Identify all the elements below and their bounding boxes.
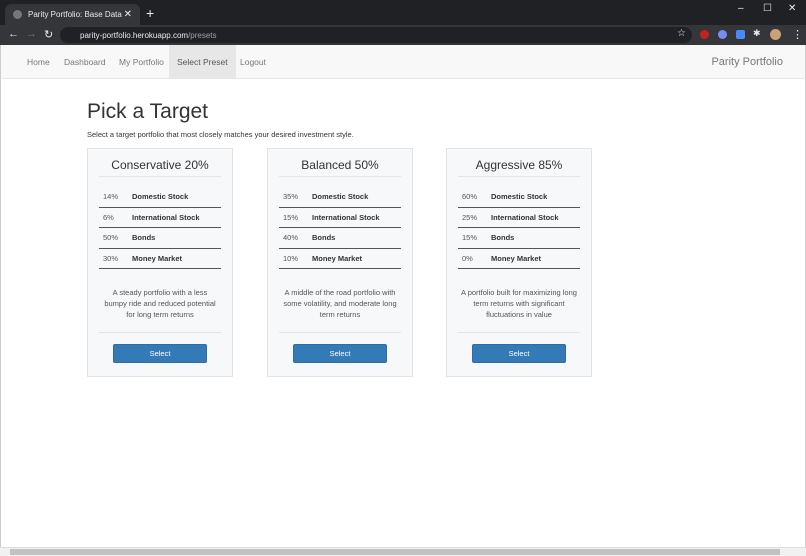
nav-dashboard[interactable]: Dashboard <box>56 45 114 79</box>
browser-tab-bar: Parity Portfolio: Base Data ✕ + – ☐ ✕ <box>0 0 806 25</box>
asset-class: Domestic Stock <box>132 192 189 202</box>
allocation-percent: 35% <box>283 192 299 202</box>
nav-home[interactable]: Home <box>19 45 58 79</box>
asset-class: Domestic Stock <box>312 192 369 202</box>
asset-class: Domestic Stock <box>491 192 548 202</box>
allocation-row: 30% Money Market <box>99 249 221 269</box>
main-content: Pick a Target Select a target portfolio … <box>0 79 806 547</box>
asset-class: Money Market <box>132 253 183 263</box>
allocation-row: 40% Bonds <box>279 228 401 249</box>
asset-class: International Stock <box>312 212 380 222</box>
forward-icon[interactable]: → <box>26 28 37 40</box>
card-title: Aggressive 85% <box>458 149 580 177</box>
allocation-percent: 10% <box>283 253 299 263</box>
nav-logout[interactable]: Logout <box>232 45 274 79</box>
page-title: Pick a Target <box>87 100 209 123</box>
globe-icon <box>13 10 22 19</box>
allocation-row: 14% Domestic Stock <box>99 187 221 208</box>
asset-class: Money Market <box>312 253 363 263</box>
asset-class: Money Market <box>491 253 542 263</box>
asset-class: International Stock <box>132 212 200 222</box>
asset-class: International Stock <box>491 212 559 222</box>
allocation-percent: 6% <box>103 212 114 222</box>
allocation-row: 15% Bonds <box>458 228 580 249</box>
new-tab-icon[interactable]: + <box>146 5 154 21</box>
allocation-percent: 14% <box>103 192 119 202</box>
card-title: Conservative 20% <box>99 149 221 177</box>
allocation-row: 6% International Stock <box>99 208 221 228</box>
asset-class: Bonds <box>312 233 336 243</box>
menu-icon[interactable]: ⋮ <box>792 28 803 41</box>
allocation-row: 50% Bonds <box>99 228 221 249</box>
maximize-icon[interactable]: ☐ <box>763 3 772 14</box>
puzzle-icon[interactable]: ✱ <box>753 28 761 39</box>
card-description: A portfolio built for maximizing long te… <box>458 287 580 333</box>
allocation-row: 10% Money Market <box>279 249 401 269</box>
portfolio-card: Aggressive 85% 60% Domestic Stock 25% Intern… <box>446 148 592 377</box>
brand-link[interactable]: Parity Portfolio <box>711 45 783 79</box>
card-description: A steady portfolio with a less bumpy rid… <box>99 287 221 333</box>
avatar[interactable] <box>770 29 781 40</box>
address-bar-row: ← → ↻ parity-portfolio.herokuapp.com/pre… <box>0 25 806 45</box>
tab-title: Parity Portfolio: Base Data <box>28 10 122 19</box>
url-host: parity-portfolio.herokuapp.com <box>80 30 189 40</box>
star-icon[interactable]: ☆ <box>677 28 686 39</box>
card-title: Balanced 50% <box>279 149 401 177</box>
url-path: /presets <box>188 30 217 40</box>
reload-icon[interactable]: ↻ <box>44 28 53 41</box>
allocation-row: 25% International Stock <box>458 208 580 228</box>
scrollbar-thumb[interactable] <box>10 549 780 555</box>
url-input[interactable]: parity-portfolio.herokuapp.com/presets <box>60 27 692 43</box>
page-subtitle: Select a target portfolio that most clos… <box>87 130 354 139</box>
allocation-row: 60% Domestic Stock <box>458 187 580 208</box>
back-icon[interactable]: ← <box>8 28 19 40</box>
extension-icon[interactable] <box>700 30 709 39</box>
allocation-percent: 25% <box>462 212 478 222</box>
allocation-row: 35% Domestic Stock <box>279 187 401 208</box>
allocation-percent: 15% <box>462 233 478 243</box>
asset-class: Bonds <box>491 233 515 243</box>
allocation-percent: 15% <box>283 212 299 222</box>
asset-class: Bonds <box>132 233 156 243</box>
allocation-row: 15% International Stock <box>279 208 401 228</box>
allocation-row: 0% Money Market <box>458 249 580 269</box>
allocation-percent: 60% <box>462 192 478 202</box>
translate-icon[interactable] <box>736 30 745 39</box>
navbar: Home Dashboard My Portfolio Select Prese… <box>0 45 806 79</box>
select-button[interactable]: Select <box>293 344 387 363</box>
portfolio-card: Conservative 20% 14% Domestic Stock 6% Inter… <box>87 148 233 377</box>
minimize-icon[interactable]: – <box>738 3 744 14</box>
select-button[interactable]: Select <box>472 344 566 363</box>
allocation-percent: 30% <box>103 253 119 263</box>
allocation-percent: 0% <box>462 253 473 263</box>
portfolio-card: Balanced 50% 35% Domestic Stock 15% Internat… <box>267 148 413 377</box>
allocation-percent: 50% <box>103 233 119 243</box>
extension-icon[interactable] <box>718 30 727 39</box>
allocation-percent: 40% <box>283 233 299 243</box>
window-close-icon[interactable]: ✕ <box>788 3 796 14</box>
horizontal-scrollbar[interactable] <box>0 547 806 556</box>
select-button[interactable]: Select <box>113 344 207 363</box>
nav-select-preset[interactable]: Select Preset <box>169 45 236 79</box>
card-description: A middle of the road portfolio with some… <box>279 287 401 333</box>
browser-tab[interactable]: Parity Portfolio: Base Data ✕ <box>5 4 140 25</box>
nav-my-portfolio[interactable]: My Portfolio <box>111 45 172 79</box>
close-tab-icon[interactable]: ✕ <box>124 9 132 20</box>
